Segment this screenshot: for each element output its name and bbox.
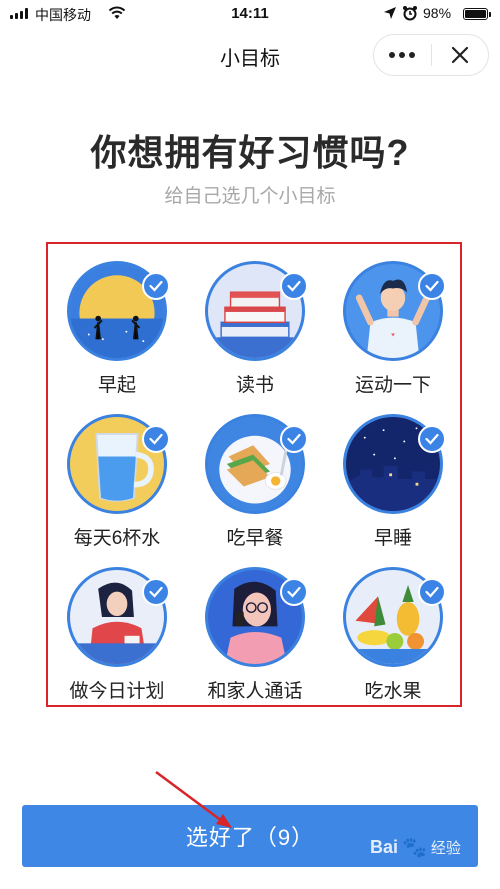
goal-label: 吃水果: [364, 681, 422, 702]
close-icon: [451, 46, 468, 64]
goal-item-planning[interactable]: 做今日计划: [48, 550, 186, 702]
watermark-brand: Bai: [370, 837, 399, 857]
checkmark-icon: [418, 425, 446, 453]
goal-item-call-family[interactable]: 和家人通话: [186, 550, 324, 702]
baidu-watermark: Bai 🐾 经验: [370, 835, 461, 860]
checkmark-icon: [418, 272, 446, 300]
main-heading: 你想拥有好习惯吗?: [90, 132, 410, 173]
goal-item-early-rise[interactable]: 早起: [48, 244, 186, 396]
checkmark-icon: [142, 578, 170, 606]
watermark-suffix: 经验: [430, 840, 461, 857]
checkmark-icon: [280, 272, 308, 300]
goal-label: 早睡: [373, 528, 412, 549]
close-button[interactable]: [431, 35, 488, 75]
checkmark-icon: [142, 272, 170, 300]
goal-label: 读书: [235, 375, 274, 396]
goal-label: 做今日计划: [69, 681, 165, 702]
goal-label: 每天6杯水: [73, 528, 161, 549]
battery-percent: 98%: [423, 5, 452, 21]
goal-label: 运动一下: [354, 375, 431, 396]
goal-item-breakfast[interactable]: 吃早餐: [186, 397, 324, 549]
goal-label: 吃早餐: [226, 528, 284, 549]
goal-item-water[interactable]: 每天6杯水: [48, 397, 186, 549]
goal-item-fruit[interactable]: 吃水果: [324, 550, 462, 702]
goal-item-reading[interactable]: 读书: [186, 244, 324, 396]
battery-fill: [465, 10, 486, 18]
goal-item-sleep[interactable]: 早睡: [324, 397, 462, 549]
location-arrow-icon: [384, 7, 396, 19]
checkmark-icon: [142, 425, 170, 453]
status-bar: 中国移动 14:11 98%: [0, 0, 500, 28]
mini-program-capsule: [373, 34, 489, 76]
goal-label: 和家人通话: [207, 681, 303, 702]
more-button[interactable]: [374, 35, 431, 75]
checkmark-icon: [280, 578, 308, 606]
checkmark-icon: [280, 425, 308, 453]
alarm-clock-icon: [403, 6, 417, 21]
battery-icon: [463, 8, 491, 20]
goal-label: 早起: [97, 375, 136, 396]
goal-grid: 早起 读书 运动一下 每天6杯水 吃早餐 早睡 做今日计划 和家人通话 吃水果: [46, 242, 462, 707]
checkmark-icon: [418, 578, 446, 606]
sub-heading: 给自己选几个小目标: [164, 186, 336, 207]
more-dots-icon: [389, 52, 396, 58]
paw-icon: 🐾: [402, 837, 427, 859]
goal-item-exercise[interactable]: 运动一下: [324, 244, 462, 396]
